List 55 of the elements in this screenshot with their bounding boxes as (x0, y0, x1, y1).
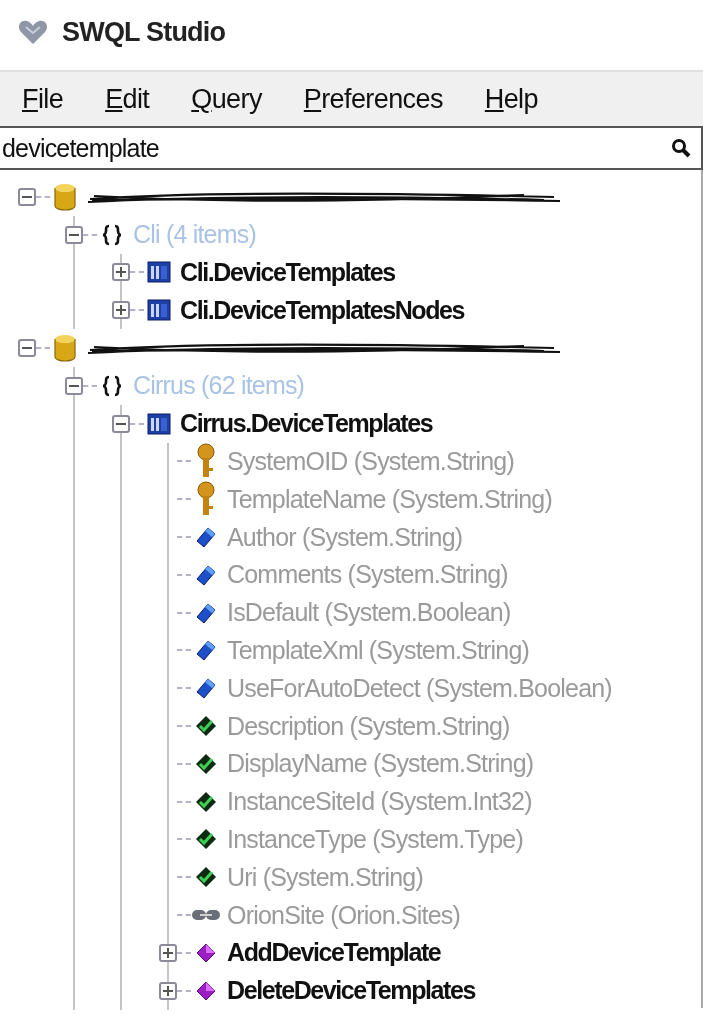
diamond-icon (194, 525, 218, 550)
menu-item[interactable]: Query (183, 81, 270, 117)
tree-item[interactable]: Cirrus (62 items) (133, 371, 305, 401)
tree-item[interactable]: Cirrus.DeviceTemplates (180, 409, 433, 439)
check-icon (194, 714, 218, 739)
collapse-icon[interactable] (112, 414, 130, 433)
expand-icon[interactable] (159, 981, 177, 1000)
key-icon (194, 481, 218, 518)
table-icon (147, 298, 171, 323)
database-icon (53, 333, 77, 364)
tree-item[interactable]: InstanceSiteId (System.Int32) (227, 787, 532, 817)
collapse-icon[interactable] (65, 225, 83, 244)
braces-icon (100, 373, 124, 398)
diamond-icon (194, 638, 218, 663)
heart-logo-icon (18, 19, 48, 45)
diamond-icon (194, 676, 218, 701)
menu-item[interactable]: Preferences (295, 81, 451, 117)
tree-item[interactable]: Description (System.String) (227, 711, 510, 741)
tree-item[interactable]: IsDefault (System.Boolean) (227, 598, 511, 628)
tree-item[interactable]: OrionSite (Orion.Sites) (227, 900, 461, 930)
table-icon (147, 260, 171, 285)
menu-item[interactable]: Help (476, 81, 546, 117)
tree-item[interactable]: AddDeviceTemplate (227, 938, 441, 968)
tree-item[interactable]: TemplateName (System.String) (227, 484, 552, 514)
tree-item[interactable]: Cli.DeviceTemplatesNodes (180, 295, 465, 325)
check-icon (194, 827, 218, 852)
tree-item[interactable]: SystemOID (System.String) (227, 446, 514, 476)
window-title: SWQL Studio (62, 16, 226, 48)
expand-icon[interactable] (112, 301, 130, 320)
menu-item[interactable]: File (14, 81, 72, 117)
expand-icon[interactable] (159, 943, 177, 962)
tree-item[interactable]: Uri (System.String) (227, 862, 423, 892)
tree-item[interactable]: DisplayName (System.String) (227, 749, 534, 779)
braces-icon (100, 222, 124, 247)
search-icon[interactable] (671, 138, 691, 158)
key-icon (194, 443, 218, 480)
tree-item[interactable]: Cli (4 items) (133, 220, 256, 250)
expand-icon[interactable] (112, 263, 130, 282)
tree-item[interactable]: UseForAutoDetect (System.Boolean) (227, 673, 612, 703)
table-icon (147, 411, 171, 436)
collapse-icon[interactable] (18, 339, 36, 358)
database-icon (53, 181, 77, 212)
check-icon (194, 751, 218, 776)
tree-item[interactable]: InstanceType (System.Type) (227, 824, 523, 854)
tree-item[interactable]: DeleteDeviceTemplates (227, 976, 476, 1006)
collapse-icon[interactable] (18, 187, 36, 206)
search-field[interactable]: devicetemplate (0, 126, 703, 170)
tree-item[interactable]: TemplateXml (System.String) (227, 635, 530, 665)
check-icon (194, 789, 218, 814)
check-icon (194, 865, 218, 890)
tree-item[interactable]: Author (System.String) (227, 522, 463, 552)
menu-item[interactable]: Edit (97, 81, 158, 117)
collapse-icon[interactable] (65, 376, 83, 395)
tree-item[interactable]: Cli.DeviceTemplates (180, 258, 395, 287)
tree-item[interactable]: Comments (System.String) (227, 560, 508, 590)
